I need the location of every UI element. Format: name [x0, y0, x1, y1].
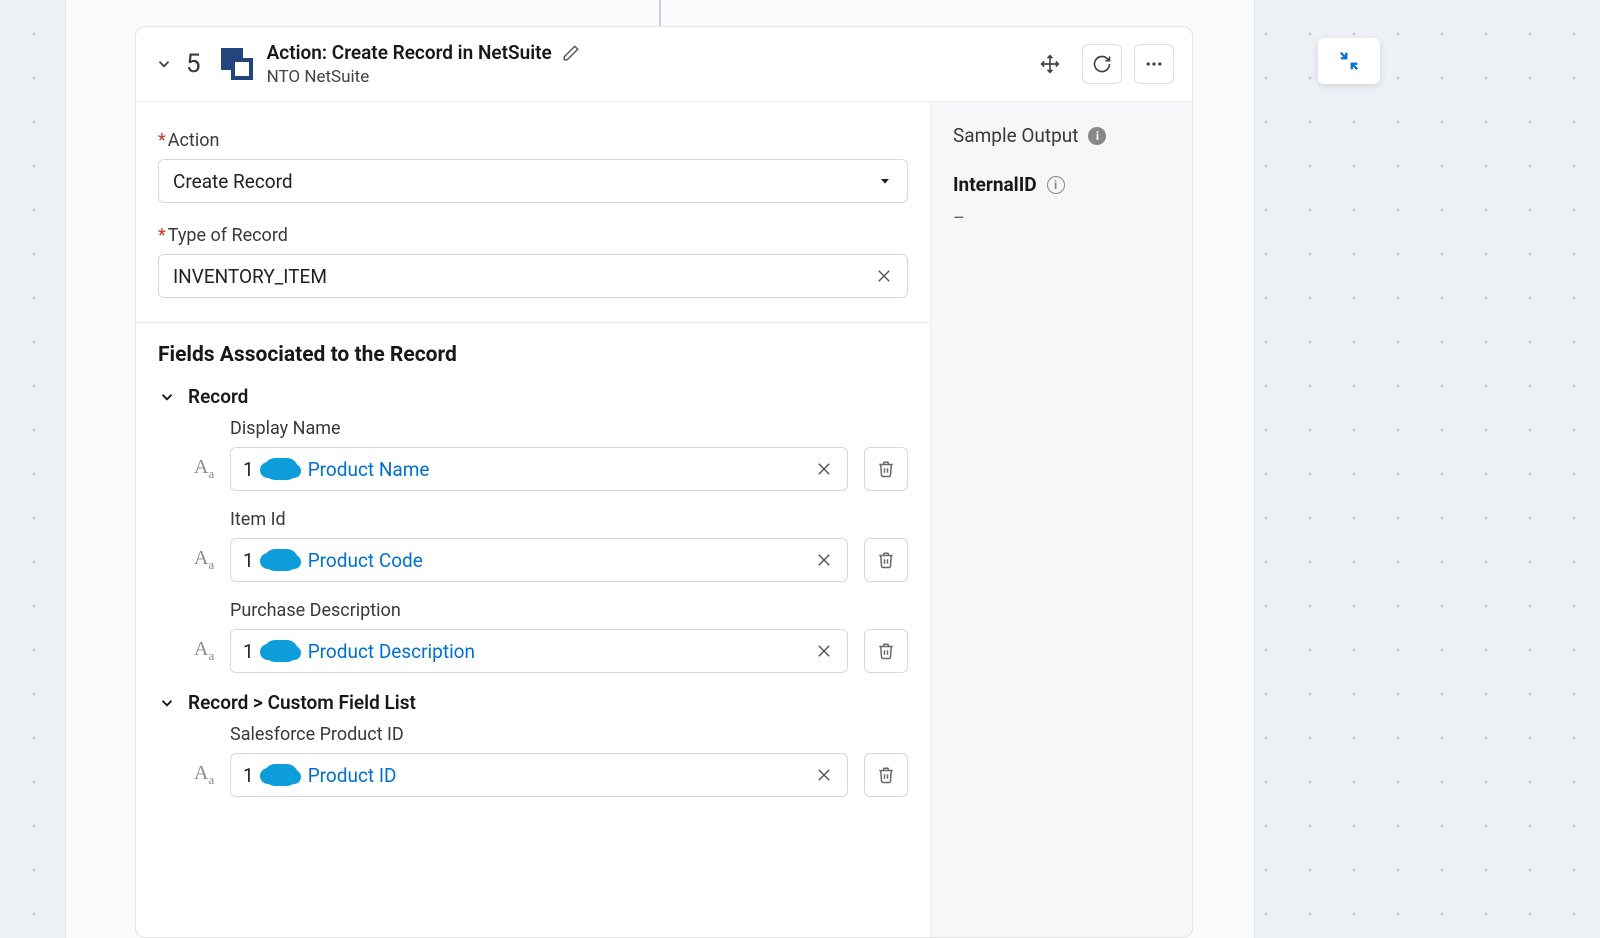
- field-block: Item Id Aa 1 Product Code: [158, 509, 908, 582]
- close-icon: [875, 267, 893, 285]
- trash-icon: [877, 460, 895, 478]
- edit-title-button[interactable]: [562, 44, 580, 62]
- pencil-icon: [562, 44, 580, 62]
- clear-field-button[interactable]: [811, 456, 837, 482]
- fields-section-title: Fields Associated to the Record: [158, 343, 908, 367]
- field-input[interactable]: 1 Product Name: [230, 447, 848, 491]
- text-type-icon: Aa: [194, 547, 214, 573]
- flow-connector: [659, 0, 661, 26]
- pill-step: 1: [243, 458, 254, 481]
- pill-step: 1: [243, 549, 254, 572]
- card-subtitle: NTO NetSuite: [267, 67, 580, 87]
- pill-step: 1: [243, 764, 254, 787]
- pill-text: Product Description: [308, 640, 475, 663]
- clear-field-button[interactable]: [811, 762, 837, 788]
- clear-field-button[interactable]: [811, 638, 837, 664]
- trash-icon: [877, 551, 895, 569]
- collapse-panel-button[interactable]: [1318, 38, 1380, 84]
- step-number: 5: [186, 49, 201, 79]
- salesforce-icon: [264, 640, 298, 662]
- field-label: Purchase Description: [230, 600, 908, 621]
- pill-text: Product Code: [308, 549, 423, 572]
- move-button[interactable]: [1030, 44, 1070, 84]
- refresh-button[interactable]: [1082, 44, 1122, 84]
- salesforce-icon: [264, 764, 298, 786]
- delete-field-button[interactable]: [864, 447, 908, 491]
- refresh-icon: [1092, 54, 1112, 74]
- action-value: Create Record: [173, 170, 293, 193]
- compress-icon: [1338, 50, 1360, 72]
- close-icon: [815, 766, 833, 784]
- delete-field-button[interactable]: [864, 629, 908, 673]
- field-input[interactable]: 1 Product Description: [230, 629, 848, 673]
- action-card: 5 Action: Create Record in NetSuite NTO …: [135, 26, 1193, 938]
- trash-icon: [877, 642, 895, 660]
- netsuite-logo: [219, 46, 255, 82]
- field-block: Salesforce Product ID Aa 1 Product ID: [158, 724, 908, 797]
- chevron-down-icon: [158, 388, 176, 406]
- type-input[interactable]: INVENTORY_ITEM: [158, 254, 908, 298]
- chevron-down-icon: [155, 55, 173, 73]
- trash-icon: [877, 766, 895, 784]
- group-label: Record: [188, 385, 248, 408]
- text-type-icon: Aa: [194, 638, 214, 664]
- field-block: Purchase Description Aa 1 Product Descri…: [158, 600, 908, 673]
- type-value: INVENTORY_ITEM: [173, 265, 327, 288]
- action-select[interactable]: Create Record: [158, 159, 908, 203]
- form-pane: *Action Create Record *Type of Record IN…: [136, 102, 930, 937]
- group-toggle-custom-fields[interactable]: Record > Custom Field List: [158, 691, 908, 714]
- pill-text: Product Name: [308, 458, 430, 481]
- clear-field-button[interactable]: [811, 547, 837, 573]
- section-divider: [136, 322, 930, 323]
- close-icon: [815, 551, 833, 569]
- info-icon[interactable]: i: [1088, 127, 1106, 145]
- salesforce-icon: [264, 458, 298, 480]
- delete-field-button[interactable]: [864, 538, 908, 582]
- text-type-icon: Aa: [194, 762, 214, 788]
- field-label: Salesforce Product ID: [230, 724, 908, 745]
- canvas-column: 5 Action: Create Record in NetSuite NTO …: [65, 0, 1255, 938]
- info-icon[interactable]: i: [1047, 176, 1065, 194]
- card-title: Action: Create Record in NetSuite: [267, 41, 552, 64]
- field-block: Display Name Aa 1 Product Name: [158, 418, 908, 491]
- pill-step: 1: [243, 640, 254, 663]
- clear-type-button[interactable]: [871, 263, 897, 289]
- pill-text: Product ID: [308, 764, 397, 787]
- collapse-toggle[interactable]: [150, 50, 178, 78]
- close-icon: [815, 460, 833, 478]
- field-input[interactable]: 1 Product Code: [230, 538, 848, 582]
- sample-output-pane: Sample Output i InternalID i –: [930, 102, 1192, 937]
- group-toggle-record[interactable]: Record: [158, 385, 908, 408]
- output-field-name: InternalID i: [953, 173, 1170, 196]
- field-input[interactable]: 1 Product ID: [230, 753, 848, 797]
- field-label: Item Id: [230, 509, 908, 530]
- sample-output-title: Sample Output: [953, 124, 1078, 147]
- text-type-icon: Aa: [194, 456, 214, 482]
- group-label: Record > Custom Field List: [188, 691, 416, 714]
- delete-field-button[interactable]: [864, 753, 908, 797]
- type-label: *Type of Record: [158, 225, 908, 246]
- salesforce-icon: [264, 549, 298, 571]
- move-icon: [1040, 54, 1060, 74]
- ellipsis-icon: [1144, 54, 1164, 74]
- card-body: *Action Create Record *Type of Record IN…: [136, 102, 1192, 937]
- chevron-down-icon: [158, 694, 176, 712]
- caret-down-icon: [877, 173, 893, 189]
- card-header: 5 Action: Create Record in NetSuite NTO …: [136, 27, 1192, 102]
- field-label: Display Name: [230, 418, 908, 439]
- more-button[interactable]: [1134, 44, 1174, 84]
- card-titles: Action: Create Record in NetSuite NTO Ne…: [267, 41, 580, 87]
- output-field-value: –: [953, 208, 1170, 229]
- close-icon: [815, 642, 833, 660]
- action-label: *Action: [158, 130, 908, 151]
